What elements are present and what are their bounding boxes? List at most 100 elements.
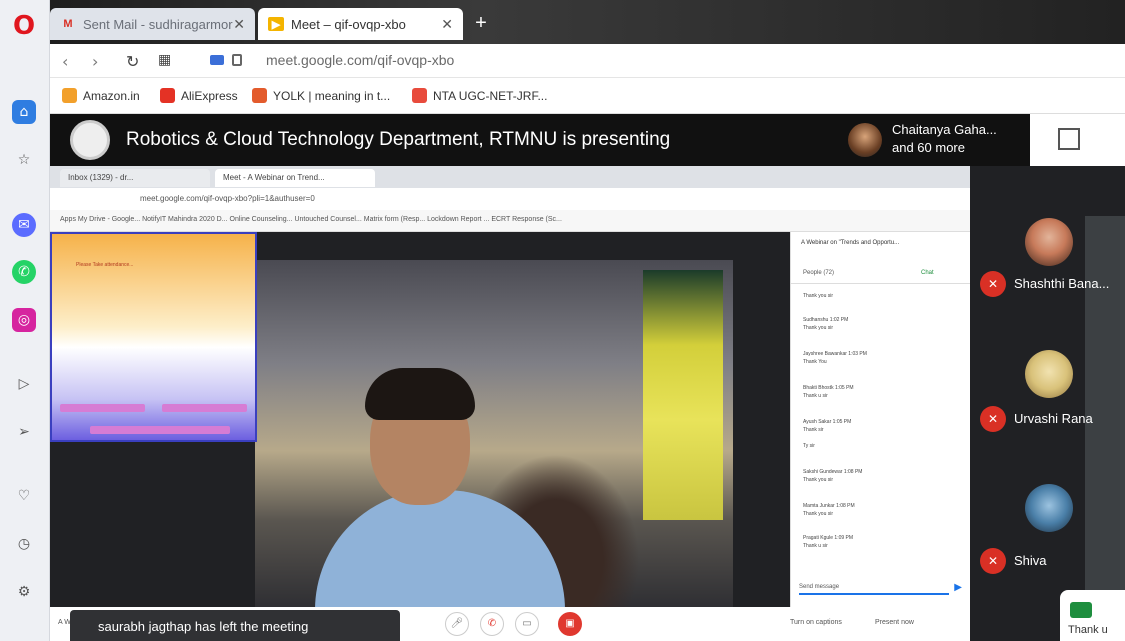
home-icon[interactable]: ⌂ <box>12 100 36 124</box>
screen: O ⌂ ☆ ✉ ✆ ◎ ▷ ➢ ♡ ◷ ⚙ M Sent Mail - sudh… <box>0 0 1125 641</box>
reload-icon[interactable]: ↻ <box>126 52 139 71</box>
chat-notification[interactable]: Thank u <box>1060 590 1125 641</box>
department-logo <box>70 120 110 160</box>
left-meeting-toast: saurabh jagthap has left the meeting <box>70 610 400 641</box>
chat-header: A Webinar on "Trends and Opportu... <box>801 240 900 246</box>
close-icon[interactable]: ✕ <box>233 16 245 33</box>
mic-icon: 🎤︎ <box>445 612 469 636</box>
new-tab-button[interactable]: + <box>470 13 492 35</box>
address-bar: ‹ › ↻ ▦ meet.google.com/qif-ovqp-xbo <box>50 44 1125 78</box>
settings-icon[interactable]: ⚙ <box>12 580 36 604</box>
back-icon[interactable]: ‹ <box>62 52 68 71</box>
yolk-icon <box>252 88 267 103</box>
popup-progress <box>90 426 230 434</box>
messenger-icon[interactable]: ✉ <box>12 213 36 237</box>
chat-icon <box>1070 602 1092 618</box>
presenter-hair <box>365 368 475 420</box>
close-icon[interactable]: ✕ <box>441 16 453 33</box>
camera-toggle-icon: ▭ <box>515 612 539 636</box>
presenting-title: Robotics & Cloud Technology Department, … <box>126 129 671 150</box>
opera-logo-icon[interactable]: O <box>10 12 38 40</box>
bookmark-label: AliExpress <box>181 88 238 103</box>
popup-button-left <box>60 404 145 412</box>
mic-off-icon: ✕ <box>980 406 1006 432</box>
url-field[interactable]: meet.google.com/qif-ovqp-xbo <box>266 52 454 68</box>
chat-message: Sudhanshu 1:02 PM Thank you sir <box>803 317 849 331</box>
chat-message: Mamta Junkar 1:08 PM Thank you sir <box>803 503 855 517</box>
bookmark-amazon[interactable]: Amazon.in <box>62 88 140 103</box>
chat-message: Sakshi Gundewar 1:08 PM Thank you sir <box>803 469 863 483</box>
presenter-info[interactable]: Chaitanya Gaha... and 60 more <box>892 121 997 157</box>
chat-input: Send message <box>799 581 949 595</box>
amazon-icon <box>62 88 77 103</box>
history-icon[interactable]: ◷ <box>12 532 36 556</box>
presenter-shirt <box>315 490 565 610</box>
bookmark-label: YOLK | meaning in t... <box>273 88 391 103</box>
bookmark-yolk[interactable]: YOLK | meaning in t... <box>252 88 390 103</box>
banner-image <box>643 270 723 520</box>
participant-tile[interactable]: ✕ Shashthi Bana... <box>970 210 1120 330</box>
presenter-avatar[interactable] <box>848 123 882 157</box>
grid-layout-icon <box>1058 128 1080 150</box>
forward-icon[interactable]: › <box>92 52 98 71</box>
instagram-icon[interactable]: ◎ <box>12 308 36 332</box>
chat-message: Jayshree Bawankar 1:03 PM Thank You <box>803 351 867 365</box>
layout-toggle[interactable] <box>1030 114 1125 166</box>
chat-tab: Chat <box>921 270 934 276</box>
chat-message: Pragati Kgule 1:09 PM Thank u sir <box>803 535 854 549</box>
participants-strip: ✕ Shashthi Bana... ✕ Urvashi Rana ✕ Shiv… <box>970 166 1125 641</box>
camera-icon <box>210 55 224 65</box>
tabs-grid-icon[interactable]: ▦ <box>158 52 171 68</box>
participant-name: Shashthi Bana... <box>1014 276 1110 291</box>
bookmark-aliexpress[interactable]: AliExpress <box>160 88 238 103</box>
tab-label: Sent Mail - sudhiragarmor <box>83 16 233 32</box>
nta-icon <box>412 88 427 103</box>
attendance-popup: Please Take attendance... <box>50 232 257 442</box>
lock-icon[interactable] <box>232 54 242 66</box>
speed-dial-icon[interactable]: ☆ <box>12 148 36 172</box>
tab-sent-mail[interactable]: M Sent Mail - sudhiragarmor ✕ <box>50 8 255 40</box>
participant-avatar <box>1025 218 1073 266</box>
inner-tab-strip: Inbox (1329) - dr... Meet - A Webinar on… <box>50 166 970 188</box>
heart-icon[interactable]: ♡ <box>12 484 36 508</box>
presenter-more: and 60 more <box>892 140 965 155</box>
chat-message: Ayush Sakar 1:05 PM Thank sir <box>803 419 852 433</box>
opera-sidebar: O ⌂ ☆ ✉ ✆ ◎ ▷ ➢ ♡ ◷ ⚙ <box>0 0 50 641</box>
popup-button-right <box>162 404 247 412</box>
player-icon[interactable]: ▷ <box>12 372 36 396</box>
popup-text: Please Take attendance... <box>76 262 134 268</box>
chat-preview-text: Thank u <box>1068 624 1108 636</box>
participant-tile[interactable]: ✕ Urvashi Rana <box>970 342 1120 462</box>
chat-message: Ty sir <box>803 443 815 449</box>
bookmark-nta[interactable]: NTA UGC-NET-JRF... <box>412 88 547 103</box>
present-icon: ▣ <box>558 612 582 636</box>
inner-url: meet.google.com/qif-ovqp-xbo?pli=1&authu… <box>50 188 970 210</box>
presenter-video-stage: Please Take attendance... <box>50 232 790 610</box>
presenting-bar: Robotics & Cloud Technology Department, … <box>50 114 1030 166</box>
inner-tab-meet: Meet - A Webinar on Trend... <box>215 169 375 187</box>
participant-avatar <box>1025 484 1073 532</box>
tab-strip: M Sent Mail - sudhiragarmor ✕ ▶ Meet – q… <box>50 0 1125 44</box>
inner-chat-panel: A Webinar on "Trends and Opportu... Peop… <box>790 232 971 607</box>
mic-off-icon: ✕ <box>980 271 1006 297</box>
captions-label: Turn on captions <box>790 619 842 626</box>
bookmarks-bar: Amazon.in AliExpress YOLK | meaning in t… <box>50 78 1125 114</box>
people-tab: People (72) <box>803 270 835 276</box>
send-icon[interactable]: ➢ <box>12 420 36 444</box>
participant-tile[interactable]: ✕ Shiva <box>970 474 1120 594</box>
participant-name: Shiva <box>1014 553 1047 568</box>
presenter-name: Chaitanya Gaha... <box>892 122 997 137</box>
presenter-video <box>255 260 733 610</box>
chat-tabs: People (72) Chat <box>791 262 971 284</box>
participant-avatar <box>1025 350 1073 398</box>
mic-off-icon: ✕ <box>980 548 1006 574</box>
inner-tab-inbox: Inbox (1329) - dr... <box>60 169 210 187</box>
bookmark-label: Amazon.in <box>83 88 140 103</box>
whatsapp-icon[interactable]: ✆ <box>12 260 36 284</box>
chat-message: Thank you sir <box>803 293 834 299</box>
inner-bookmarks: Apps My Drive - Google... NotifyIT Mahin… <box>50 210 970 232</box>
chat-message: Bhakti Bhostk 1:05 PM Thank u sir <box>803 385 854 399</box>
gmail-icon: M <box>63 18 73 30</box>
send-icon: ▶ <box>954 582 962 593</box>
tab-meet[interactable]: ▶ Meet – qif-ovqp-xbo ✕ <box>258 8 463 40</box>
